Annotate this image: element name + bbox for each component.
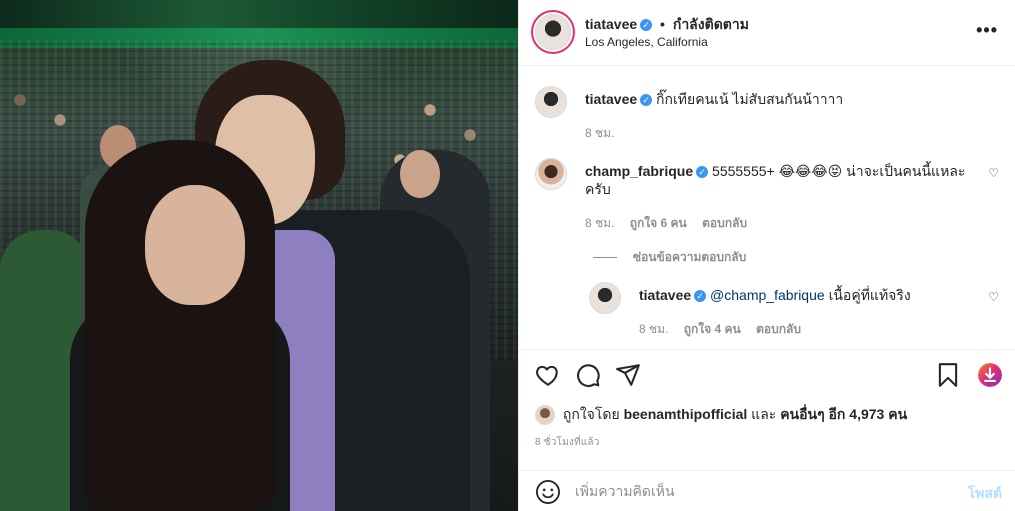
likes-and: และ — [751, 406, 777, 422]
likes-summary: ถูกใจโดย beenamthipofficial และ คนอื่นๆ … — [535, 404, 907, 426]
post-photo[interactable] — [0, 0, 518, 511]
background-person-head — [400, 150, 440, 198]
caption-time[interactable]: 8 ชม. — [585, 126, 614, 140]
comment-bubble-icon[interactable] — [575, 362, 601, 388]
reply-mention-link[interactable]: @champ_fabrique — [710, 287, 825, 303]
reply-text-row: tiatavee ✓ @champ_fabrique เนื้อคู่ที่แท้… — [639, 286, 979, 304]
share-send-icon[interactable] — [615, 362, 641, 388]
reply-username[interactable]: tiatavee — [639, 287, 691, 303]
comment-avatar[interactable] — [535, 158, 567, 190]
reply-avatar[interactable] — [589, 282, 621, 314]
caption-text: กิ๊กเทียคนเน้ ไม่สับสนกันน้าาาา — [656, 91, 844, 107]
following-button[interactable]: กำลังติดตาม — [673, 16, 749, 32]
author-avatar[interactable] — [535, 14, 571, 50]
post-side-panel: tiatavee ✓ • กำลังติดตาม Los Angeles, Cal… — [518, 0, 1015, 511]
comment-item: champ_fabrique ✓ 5555555+ 😂😂😂😝 น่าจะเป็นค… — [535, 158, 1005, 238]
post-actions-bar — [519, 349, 1015, 403]
download-extension-icon[interactable] — [977, 362, 1003, 388]
verified-badge-icon: ✓ — [696, 166, 709, 178]
post-comment-button[interactable]: โพสต์ — [968, 483, 1002, 505]
verified-badge-icon: ✓ — [640, 19, 653, 31]
caption-avatar[interactable] — [535, 86, 567, 118]
verified-badge-icon: ✓ — [694, 290, 707, 302]
like-heart-icon[interactable] — [535, 362, 561, 388]
emoji-smiley-icon[interactable] — [535, 479, 561, 505]
comments-list[interactable]: tiatavee ✓ กิ๊กเทียคนเน้ ไม่สับสนกันน้าาา… — [519, 66, 1015, 348]
verified-badge-icon: ✓ — [640, 94, 653, 106]
hide-replies-button[interactable]: ซ่อนข้อความตอบกลับ — [593, 248, 746, 267]
more-horizontal-icon[interactable]: ••• — [976, 20, 998, 41]
comment-time[interactable]: 8 ชม. — [585, 216, 614, 230]
comment-meta: 8 ชม. ถูกใจ 6 คน ตอบกลับ — [585, 214, 759, 233]
add-comment-bar: โพสต์ — [519, 470, 1015, 511]
like-comment-heart-icon[interactable]: ♡ — [988, 166, 999, 180]
header-separator: • — [660, 16, 665, 32]
reply-item: tiatavee ✓ @champ_fabrique เนื้อคู่ที่แท้… — [589, 282, 1005, 348]
comment-likes[interactable]: ถูกใจ 6 คน — [630, 216, 687, 230]
likes-prefix: ถูกใจโดย — [562, 406, 620, 422]
hide-replies-label: ซ่อนข้อความตอบกลับ — [633, 250, 747, 264]
replies-divider — [593, 257, 617, 259]
add-comment-input[interactable] — [575, 479, 935, 503]
reply-text: เนื้อคู่ที่แท้จริง — [828, 287, 911, 303]
likes-others-link[interactable]: คนอื่นๆ อีก 4,973 คน — [780, 406, 907, 422]
post-timestamp[interactable]: 8 ชั่วโมงที่แล้ว — [535, 435, 600, 450]
reply-reply-button[interactable]: ตอบกลับ — [756, 322, 801, 336]
reply-likes[interactable]: ถูกใจ 4 คน — [684, 322, 741, 336]
author-username[interactable]: tiatavee — [585, 16, 637, 32]
caption-meta: 8 ชม. — [585, 124, 626, 143]
comment-username[interactable]: champ_fabrique — [585, 163, 693, 179]
save-bookmark-icon[interactable] — [935, 362, 961, 388]
caption: tiatavee ✓ กิ๊กเทียคนเน้ ไม่สับสนกันน้าาา… — [535, 86, 1005, 146]
comment-reply-button[interactable]: ตอบกลับ — [702, 216, 747, 230]
caption-username[interactable]: tiatavee — [585, 91, 637, 107]
reply-time[interactable]: 8 ชม. — [639, 322, 668, 336]
caption-text-row: tiatavee ✓ กิ๊กเทียคนเน้ ไม่สับสนกันน้าาา… — [585, 90, 985, 108]
liker-avatar[interactable] — [535, 405, 555, 426]
woman-face — [145, 185, 245, 305]
header-title-row: tiatavee ✓ • กำลังติดตาม — [585, 14, 749, 36]
post-location[interactable]: Los Angeles, California — [585, 35, 708, 49]
arena-scoreboard — [0, 0, 518, 28]
reply-meta: 8 ชม. ถูกใจ 4 คน ตอบกลับ — [639, 320, 813, 339]
comment-text-row: champ_fabrique ✓ 5555555+ 😂😂😂😝 น่าจะเป็นค… — [585, 162, 985, 198]
like-reply-heart-icon[interactable]: ♡ — [988, 290, 999, 304]
post-header: tiatavee ✓ • กำลังติดตาม Los Angeles, Cal… — [519, 0, 1015, 66]
liker-username[interactable]: beenamthipofficial — [624, 406, 748, 422]
